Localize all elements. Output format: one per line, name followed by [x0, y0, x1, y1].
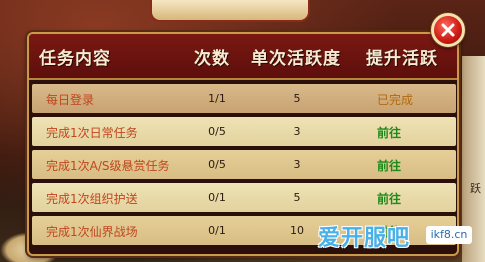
watermark-brand: 爱开服吧 — [318, 226, 411, 251]
task-points: 3 — [293, 125, 301, 138]
watermark-site: ikf8.cn — [426, 226, 472, 244]
task-status-done: 已完成 — [377, 93, 414, 107]
task-name: 完成1次日常任务 — [46, 126, 138, 140]
close-icon — [441, 23, 455, 37]
table-row: 每日登录 1/1 5 已完成 — [32, 84, 456, 113]
header-promote-activity: 提升活跃 — [366, 49, 438, 69]
close-button[interactable] — [431, 13, 465, 47]
background-side-text: 跃 — [470, 182, 481, 195]
task-points: 5 — [293, 191, 301, 204]
task-count: 0/1 — [208, 191, 226, 204]
task-count: 0/5 — [208, 158, 226, 171]
task-count: 1/1 — [208, 92, 226, 105]
go-button[interactable]: 前往 — [377, 124, 401, 141]
task-points: 3 — [293, 158, 301, 171]
header-task-content: 任务内容 — [39, 49, 111, 69]
go-button[interactable]: 前往 — [377, 157, 401, 174]
task-count: 0/1 — [208, 224, 226, 237]
background-banner — [150, 0, 310, 22]
table-row: 完成1次组织护送 0/1 5 前往 — [32, 183, 456, 212]
table-row: 完成1次日常任务 0/5 3 前往 — [32, 117, 456, 146]
task-points: 5 — [293, 92, 301, 105]
table-row: 完成1次A/S级悬赏任务 0/5 3 前往 — [32, 150, 456, 179]
task-name: 完成1次A/S级悬赏任务 — [46, 159, 170, 173]
task-count: 0/5 — [208, 125, 226, 138]
table-header: 任务内容 次数 单次活跃度 提升活跃 — [29, 34, 457, 80]
watermark: 爱开服吧 ikf8.cn — [318, 218, 472, 252]
task-name: 完成1次仙界战场 — [46, 225, 138, 239]
task-points: 10 — [290, 224, 304, 237]
header-single-activity: 单次活跃度 — [251, 49, 341, 69]
task-name: 每日登录 — [46, 93, 95, 107]
go-button[interactable]: 前往 — [377, 190, 401, 207]
header-count: 次数 — [194, 49, 230, 69]
task-name: 完成1次组织护送 — [46, 192, 138, 206]
